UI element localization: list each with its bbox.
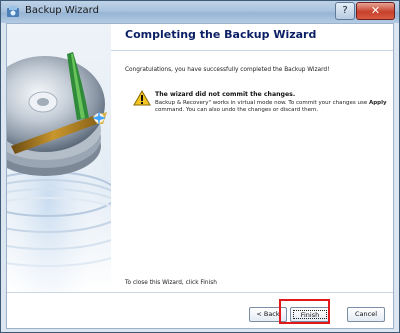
- title-bar[interactable]: Backup Wizard ? ✕: [1, 1, 399, 23]
- apply-command-label: Apply: [368, 100, 387, 106]
- warning-text-part2: command. You can also undo the changes o…: [155, 107, 319, 113]
- warning-message: Backup & Recovery" works in virtual mode…: [155, 100, 391, 114]
- header-divider: [111, 50, 393, 51]
- app-icon: [7, 6, 19, 17]
- warning-text-part1: Backup & Recovery" works in virtual mode…: [155, 100, 369, 106]
- close-hint-text: To close this Wizard, click Finish: [125, 280, 217, 286]
- close-button[interactable]: ✕: [356, 2, 395, 20]
- page-title: Completing the Backup Wizard: [125, 28, 317, 41]
- wizard-side-art: [7, 24, 111, 292]
- cancel-button[interactable]: Cancel: [347, 307, 385, 322]
- warning-icon: [133, 90, 151, 106]
- help-button[interactable]: ?: [335, 2, 355, 20]
- wizard-client-area: Completing the Backup Wizard Congratulat…: [6, 23, 394, 329]
- warning-title: The wizard did not commit the changes.: [155, 91, 296, 98]
- hard-disk-illustration: [7, 24, 111, 292]
- backup-wizard-window: Backup Wizard ? ✕ Completing the Backup …: [0, 0, 400, 333]
- window-title: Backup Wizard: [25, 5, 99, 16]
- finish-highlight-box: [279, 299, 330, 324]
- footer-divider: [7, 292, 393, 293]
- wizard-content: Completing the Backup Wizard Congratulat…: [111, 24, 393, 292]
- congrats-text: Congratulations, you have successfully c…: [125, 67, 330, 73]
